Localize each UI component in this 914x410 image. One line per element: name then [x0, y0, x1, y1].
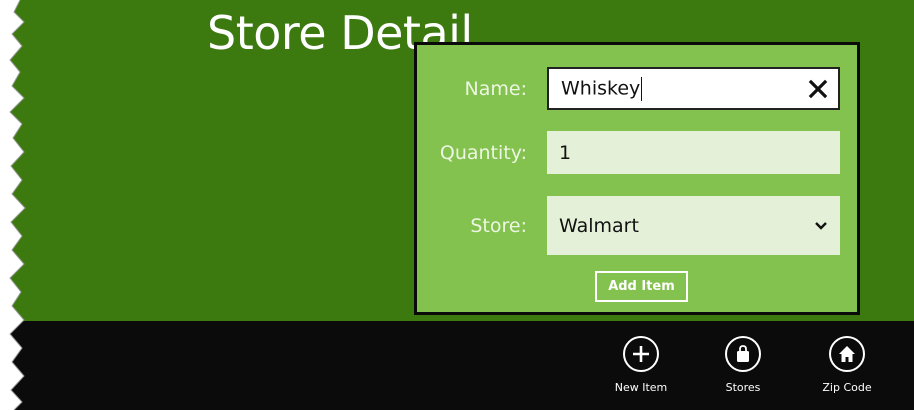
home-icon — [839, 346, 855, 362]
stores-button[interactable]: Stores — [703, 336, 783, 402]
chevron-down-icon — [815, 221, 827, 230]
name-input-value: Whiskey — [561, 77, 641, 99]
plus-icon — [633, 346, 649, 362]
store-label: Store: — [470, 215, 527, 237]
new-item-label: New Item — [614, 381, 668, 394]
shopping-bag-icon — [737, 345, 749, 362]
store-select[interactable]: Walmart — [547, 196, 840, 255]
stores-label: Stores — [725, 381, 761, 394]
torn-edge-decoration — [0, 0, 26, 410]
name-input[interactable]: Whiskey — [547, 67, 840, 110]
new-item-button[interactable]: New Item — [601, 336, 681, 402]
name-label: Name: — [464, 78, 527, 100]
quantity-input[interactable]: 1 — [547, 131, 840, 174]
store-selected-value: Walmart — [559, 214, 639, 237]
zip-code-label: Zip Code — [822, 381, 872, 394]
zip-code-button[interactable]: Zip Code — [807, 336, 887, 402]
app-window: Store Detail Name: Whiskey Quantity: 1 S… — [0, 0, 914, 410]
quantity-label: Quantity: — [439, 142, 527, 164]
quantity-input-value: 1 — [559, 141, 572, 164]
text-caret — [641, 76, 643, 101]
add-item-flyout: Name: Whiskey Quantity: 1 Store: Walmart… — [414, 42, 860, 315]
clear-text-icon[interactable] — [806, 77, 830, 101]
add-item-button[interactable]: Add Item — [595, 271, 688, 302]
